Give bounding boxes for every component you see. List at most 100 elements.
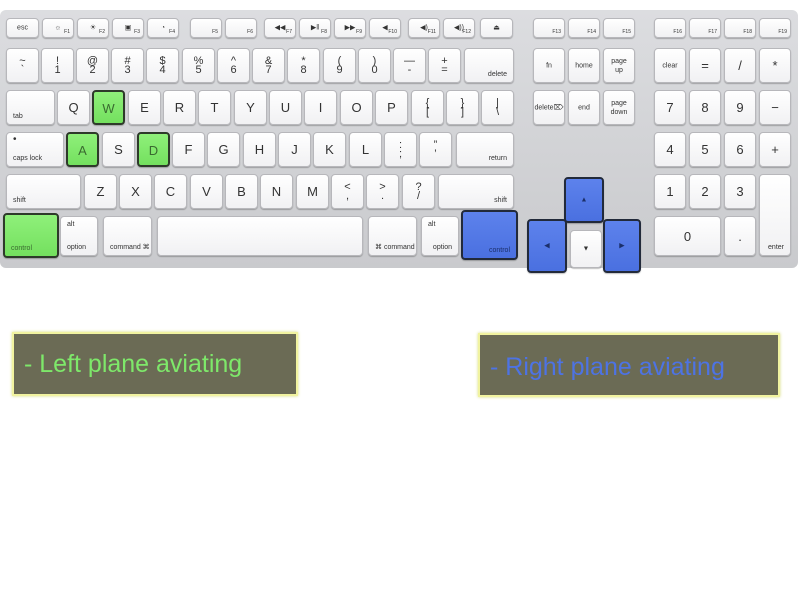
key-f19[interactable]: F19: [759, 18, 791, 38]
key-r[interactable]: R: [163, 90, 196, 125]
key-right-bracket[interactable]: }]: [446, 90, 479, 125]
key-f5[interactable]: F5: [190, 18, 222, 38]
key-numpad-plus[interactable]: +: [759, 132, 791, 167]
key-comma[interactable]: <,: [331, 174, 364, 209]
key-g[interactable]: G: [207, 132, 240, 167]
key-f7[interactable]: ◀◀ F7: [264, 18, 296, 38]
key-f9[interactable]: ▶▶ F9: [334, 18, 366, 38]
key-f12[interactable]: ◀)) F12: [443, 18, 475, 38]
key-left-bracket[interactable]: {[: [411, 90, 444, 125]
key-l[interactable]: L: [349, 132, 382, 167]
key-h[interactable]: H: [243, 132, 276, 167]
key-right-shift[interactable]: shift: [438, 174, 514, 209]
key-n[interactable]: N: [260, 174, 293, 209]
key-t[interactable]: T: [198, 90, 231, 125]
key-left-command[interactable]: command ⌘: [103, 216, 152, 256]
key-numpad-equals[interactable]: =: [689, 48, 721, 83]
key-o[interactable]: O: [340, 90, 373, 125]
key-clear[interactable]: clear: [654, 48, 686, 83]
key-f14[interactable]: F14: [568, 18, 600, 38]
key-numpad-2[interactable]: 2: [689, 174, 721, 209]
key-semicolon[interactable]: :;: [384, 132, 417, 167]
key-f2[interactable]: ☀ F2: [77, 18, 109, 38]
key-arrow-right[interactable]: ▶: [603, 219, 641, 273]
key-0[interactable]: ) 0: [358, 48, 391, 83]
key-esc[interactable]: esc: [6, 18, 39, 38]
key-numpad-5[interactable]: 5: [689, 132, 721, 167]
key-u[interactable]: U: [269, 90, 302, 125]
key-right-command[interactable]: ⌘ command: [368, 216, 417, 256]
key-8[interactable]: * 8: [287, 48, 320, 83]
key-f15[interactable]: F15: [603, 18, 635, 38]
key-5[interactable]: % 5: [182, 48, 215, 83]
key-arrow-down[interactable]: ▼: [570, 230, 602, 268]
key-9[interactable]: (9: [323, 48, 356, 83]
key-minus[interactable]: — -: [393, 48, 426, 83]
key-delete[interactable]: delete: [464, 48, 514, 83]
key-numpad-decimal[interactable]: .: [724, 216, 756, 256]
key-f10[interactable]: ◀ F10: [369, 18, 401, 38]
key-p[interactable]: P: [375, 90, 408, 125]
key-s[interactable]: S: [102, 132, 135, 167]
key-numpad-1[interactable]: 1: [654, 174, 686, 209]
key-backtick[interactable]: ~ `: [6, 48, 39, 83]
key-numpad-9[interactable]: 9: [724, 90, 756, 125]
key-numpad-6[interactable]: 6: [724, 132, 756, 167]
key-f13[interactable]: F13: [533, 18, 565, 38]
key-numpad-8[interactable]: 8: [689, 90, 721, 125]
key-numpad-divide[interactable]: /: [724, 48, 756, 83]
key-backslash[interactable]: | \: [481, 90, 514, 125]
key-1[interactable]: ! 1: [41, 48, 74, 83]
key-tab[interactable]: tab: [6, 90, 55, 125]
key-numpad-7[interactable]: 7: [654, 90, 686, 125]
key-f[interactable]: F: [172, 132, 205, 167]
key-period[interactable]: >.: [366, 174, 399, 209]
key-right-control[interactable]: control: [461, 210, 518, 260]
key-f18[interactable]: F18: [724, 18, 756, 38]
key-4[interactable]: $4: [146, 48, 179, 83]
key-page-down[interactable]: page down: [603, 90, 635, 125]
key-a[interactable]: A: [66, 132, 99, 167]
key-numpad-4[interactable]: 4: [654, 132, 686, 167]
key-k[interactable]: K: [313, 132, 346, 167]
key-arrow-left[interactable]: ◀: [527, 219, 567, 273]
key-z[interactable]: Z: [84, 174, 117, 209]
key-f17[interactable]: F17: [689, 18, 721, 38]
key-slash[interactable]: ? /: [402, 174, 435, 209]
key-arrow-up[interactable]: ▲: [564, 177, 604, 223]
key-quote[interactable]: ”’: [419, 132, 452, 167]
key-forward-delete[interactable]: delete⌦: [533, 90, 565, 125]
key-f3[interactable]: ▣ F3: [112, 18, 144, 38]
key-v[interactable]: V: [190, 174, 223, 209]
key-home[interactable]: home: [568, 48, 600, 83]
key-6[interactable]: ^ 6: [217, 48, 250, 83]
key-numpad-3[interactable]: 3: [724, 174, 756, 209]
key-space[interactable]: [157, 216, 363, 256]
key-caps-lock[interactable]: • caps lock: [6, 132, 64, 167]
key-i[interactable]: I: [304, 90, 337, 125]
key-f16[interactable]: F16: [654, 18, 686, 38]
key-d[interactable]: D: [137, 132, 170, 167]
key-f4[interactable]: ◔ F4: [147, 18, 179, 38]
key-q[interactable]: Q: [57, 90, 90, 125]
key-b[interactable]: B: [225, 174, 258, 209]
key-m[interactable]: M: [296, 174, 329, 209]
key-numpad-multiply[interactable]: *: [759, 48, 791, 83]
key-j[interactable]: J: [278, 132, 311, 167]
key-7[interactable]: & 7: [252, 48, 285, 83]
key-return[interactable]: return: [456, 132, 514, 167]
key-c[interactable]: C: [154, 174, 187, 209]
key-equals[interactable]: + =: [428, 48, 461, 83]
key-eject[interactable]: ⏏: [480, 18, 513, 38]
key-left-option[interactable]: alt option: [60, 216, 98, 256]
key-page-up[interactable]: page up: [603, 48, 635, 83]
key-e[interactable]: E: [128, 90, 161, 125]
key-right-option[interactable]: alt option: [421, 216, 459, 256]
key-f1[interactable]: ☼ F1: [42, 18, 74, 38]
key-2[interactable]: @2: [76, 48, 109, 83]
key-numpad-minus[interactable]: −: [759, 90, 791, 125]
key-numpad-enter[interactable]: enter: [759, 174, 791, 256]
key-f8[interactable]: ▶‖ F8: [299, 18, 331, 38]
key-3[interactable]: #3: [111, 48, 144, 83]
key-w[interactable]: W: [92, 90, 125, 125]
